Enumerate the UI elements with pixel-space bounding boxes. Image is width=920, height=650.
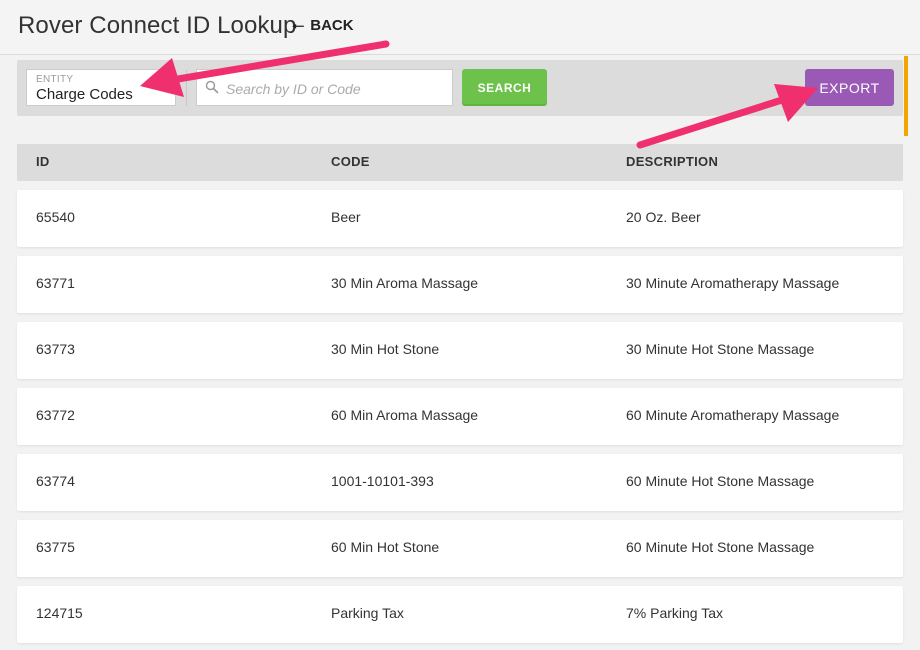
entity-select[interactable]: ENTITY Charge Codes — [26, 69, 176, 106]
export-button[interactable]: EXPORT — [805, 69, 894, 106]
cell-description: 20 Oz. Beer — [626, 209, 701, 225]
scroll-indicator[interactable] — [904, 56, 908, 136]
entity-label: ENTITY — [36, 74, 74, 85]
table-row[interactable]: 63772 60 Min Aroma Massage 60 Minute Aro… — [17, 388, 903, 445]
back-button[interactable]: 🠐 BACK — [292, 17, 354, 34]
cell-id: 63773 — [36, 341, 75, 357]
table-row[interactable]: 65540 Beer 20 Oz. Beer — [17, 190, 903, 247]
cell-description: 7% Parking Tax — [626, 605, 724, 621]
table-row[interactable]: 63771 30 Min Aroma Massage 30 Minute Aro… — [17, 256, 903, 313]
cell-id: 124715 — [36, 605, 83, 621]
page-title: Rover Connect ID Lookup — [18, 12, 297, 39]
cell-code: Beer — [331, 209, 361, 225]
cell-code: 60 Min Aroma Massage — [331, 407, 479, 423]
column-header-id[interactable]: ID — [36, 154, 50, 169]
search-box[interactable] — [196, 69, 453, 107]
table-row[interactable]: 124715 Parking Tax 7% Parking Tax — [17, 586, 903, 643]
toolbar-divider — [186, 70, 187, 106]
cell-code: 30 Min Hot Stone — [331, 341, 440, 357]
cell-description: 30 Minute Aromatherapy Massage — [626, 275, 840, 291]
search-icon — [205, 80, 219, 94]
search-button[interactable]: SEARCH — [462, 69, 547, 106]
cell-id: 63774 — [36, 473, 75, 489]
cell-code: 30 Min Aroma Massage — [331, 275, 479, 291]
cell-code: 1001-10101-393 — [331, 473, 434, 489]
search-input[interactable] — [224, 70, 448, 107]
cell-id: 65540 — [36, 209, 75, 225]
column-header-code[interactable]: CODE — [331, 154, 370, 169]
cell-description: 60 Minute Hot Stone Massage — [626, 473, 815, 489]
table-row[interactable]: 63775 60 Min Hot Stone 60 Minute Hot Sto… — [17, 520, 903, 577]
cell-id: 63772 — [36, 407, 75, 423]
back-label: BACK — [310, 17, 354, 34]
entity-value: Charge Codes — [36, 86, 133, 103]
column-header-description[interactable]: DESCRIPTION — [626, 154, 718, 169]
filter-toolbar: ENTITY Charge Codes SEARCH EXPORT — [17, 60, 903, 116]
table-row[interactable]: 63773 30 Min Hot Stone 30 Minute Hot Sto… — [17, 322, 903, 379]
cell-code: 60 Min Hot Stone — [331, 539, 440, 555]
cell-id: 63771 — [36, 275, 75, 291]
cell-description: 60 Minute Hot Stone Massage — [626, 539, 815, 555]
cell-id: 63775 — [36, 539, 75, 555]
table-row[interactable]: 63774 1001-10101-393 60 Minute Hot Stone… — [17, 454, 903, 511]
table-header: ID CODE DESCRIPTION — [17, 144, 903, 181]
page-header: Rover Connect ID Lookup 🠐 BACK — [0, 0, 920, 55]
cell-description: 60 Minute Aromatherapy Massage — [626, 407, 840, 423]
cell-description: 30 Minute Hot Stone Massage — [626, 341, 815, 357]
cell-code: Parking Tax — [331, 605, 404, 621]
back-arrow-icon: 🠐 — [292, 17, 305, 34]
